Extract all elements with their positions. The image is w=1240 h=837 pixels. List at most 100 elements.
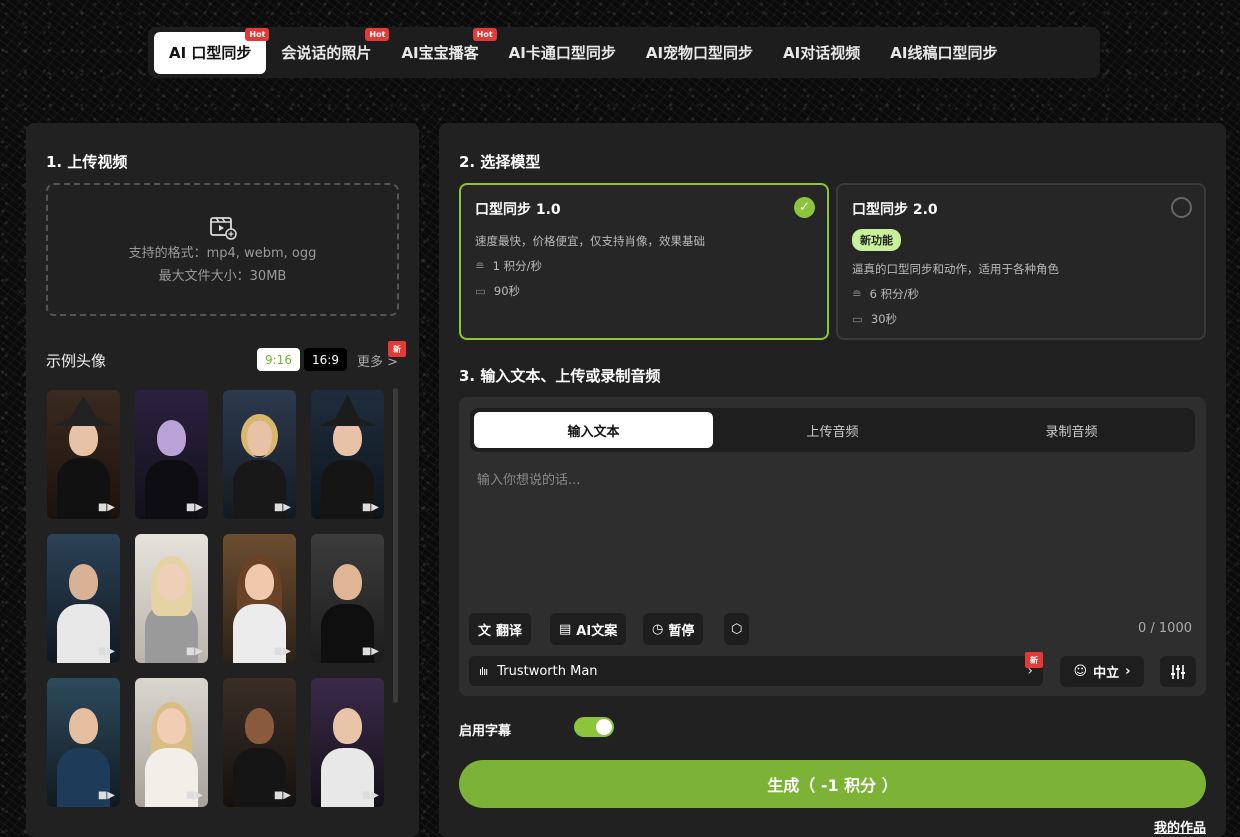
example-avatar[interactable]: ■▶ — [47, 534, 120, 663]
more-examples-link[interactable]: 更多 > 新 — [357, 341, 406, 370]
tab-label: AI线稿口型同步 — [890, 44, 998, 62]
example-avatar[interactable]: ■▶ — [223, 678, 296, 807]
input-mode-switcher: 输入文本 上传音频 录制音频 — [470, 408, 1195, 452]
translate-icon: 文 — [478, 623, 492, 639]
tab-cartoon-lipsync[interactable]: AI卡通口型同步 — [494, 32, 631, 74]
example-avatar[interactable]: ■▶ — [311, 390, 384, 519]
model-card-lipsync-1[interactable]: 口型同步 1.0 ✓ 速度最快，价格便宜，仅支持肖像，效果基础 ≘ 1 积分/秒… — [459, 183, 829, 340]
upload-panel: 1. 上传视频 支持的格式：mp4, webm, ogg 最大文件大小：30MB… — [26, 123, 419, 837]
translate-button[interactable]: 文 翻译 — [469, 613, 532, 645]
voice-name: Trustworth Man — [497, 663, 598, 679]
model-cost-row: ≘ 6 积分/秒 — [852, 286, 1190, 302]
video-icon: ▭ — [852, 312, 863, 326]
example-avatar[interactable]: ■▶ — [223, 534, 296, 663]
video-camera-icon: ■▶ — [185, 502, 203, 513]
emotion-label: 中立 — [1093, 666, 1120, 681]
subtitle-label: 启用字幕 — [459, 724, 512, 739]
feature-tab-bar: AI 口型同步 Hot 会说话的照片 Hot AI宝宝播客 Hot AI卡通口型… — [148, 27, 1100, 78]
random-dice-button[interactable]: ⬡ — [724, 613, 750, 645]
ai-copy-label: AI文案 — [576, 623, 618, 639]
model-duration-row: ▭ 30秒 — [852, 311, 1190, 327]
script-textarea[interactable]: 输入你想说的话... — [477, 469, 1187, 599]
pause-button[interactable]: ◷ 暂停 — [643, 613, 704, 645]
tab-label: 会说话的照片 — [281, 44, 372, 62]
model-title: 口型同步 1.0 — [475, 202, 561, 218]
tab-label: AI对话视频 — [783, 44, 861, 62]
tab-label: AI 口型同步 — [169, 44, 252, 62]
model-duration: 30秒 — [870, 312, 898, 326]
example-avatar[interactable]: ■▶ — [135, 534, 208, 663]
example-avatar[interactable]: ■▶ — [223, 390, 296, 519]
video-camera-icon: ■▶ — [273, 790, 291, 801]
tab-ai-lipsync[interactable]: AI 口型同步 Hot — [154, 27, 270, 74]
coins-icon: ≘ — [852, 287, 862, 301]
tab-upload-audio[interactable]: 上传音频 — [713, 412, 952, 448]
dice-icon: ⬡ — [731, 621, 743, 637]
settings-panel: 2. 选择模型 口型同步 1.0 ✓ 速度最快，价格便宜，仅支持肖像，效果基础 … — [439, 123, 1226, 837]
model-cost: 1 积分/秒 — [492, 259, 542, 273]
generate-button[interactable]: 生成（ -1 积分 ） — [459, 760, 1206, 808]
equalizer-icon — [1171, 664, 1185, 679]
model-description: 逼真的口型同步和动作，适用于各种角色 — [852, 262, 1059, 276]
tab-lineart-lipsync[interactable]: AI线稿口型同步 — [875, 32, 1012, 74]
video-camera-icon: ■▶ — [273, 646, 291, 657]
ratio-16-9-button[interactable]: 16:9 — [304, 348, 347, 371]
model-description: 速度最快，价格便宜，仅支持肖像，效果基础 — [475, 234, 705, 248]
video-camera-icon: ■▶ — [185, 646, 203, 657]
example-avatar[interactable]: ■▶ — [311, 534, 384, 663]
voice-selector[interactable]: ılıı Trustworth Man › 新 — [469, 652, 1043, 686]
tab-pet-lipsync[interactable]: AI宠物口型同步 — [631, 32, 768, 74]
char-counter: 0 / 1000 — [1138, 621, 1192, 636]
model-duration-row: ▭ 90秒 — [475, 283, 813, 299]
ai-document-icon: ▤ — [559, 621, 572, 637]
video-upload-dropzone[interactable]: 支持的格式：mp4, webm, ogg 最大文件大小：30MB — [46, 183, 399, 316]
video-camera-icon: ■▶ — [185, 790, 203, 801]
avatar-grid-scrollbar[interactable] — [393, 388, 398, 703]
example-avatar[interactable]: ■▶ — [135, 390, 208, 519]
tab-talking-photo[interactable]: 会说话的照片 Hot — [266, 27, 390, 74]
tab-baby-podcast[interactable]: AI宝宝播客 Hot — [386, 27, 497, 74]
video-camera-icon: ■▶ — [361, 646, 379, 657]
example-avatar[interactable]: ■▶ — [47, 678, 120, 807]
pause-label: 暂停 — [668, 623, 695, 639]
more-label: 更多 > — [357, 355, 399, 370]
video-camera-icon: ■▶ — [97, 502, 115, 513]
checkmark-icon: ✓ — [794, 197, 815, 218]
ratio-9-16-button[interactable]: 9:16 — [257, 348, 300, 371]
smile-icon: ☺ — [1073, 664, 1088, 679]
tab-dialogue-video[interactable]: AI对话视频 — [768, 32, 875, 74]
radio-unchecked-icon — [1171, 197, 1192, 218]
upload-section-title: 1. 上传视频 — [46, 153, 128, 171]
example-avatar[interactable]: ■▶ — [311, 678, 384, 807]
example-avatar[interactable]: ■▶ — [47, 390, 120, 519]
text-input-block: 输入文本 上传音频 录制音频 输入你想说的话... 文 翻译 ▤ AI文案 ◷ … — [459, 397, 1206, 696]
translate-label: 翻译 — [496, 623, 523, 639]
subtitle-toggle[interactable] — [574, 717, 614, 737]
my-works-link[interactable]: 我的作品 — [1154, 817, 1206, 836]
upload-max-size: 最大文件大小：30MB — [158, 268, 287, 284]
upload-formats: 支持的格式：mp4, webm, ogg — [128, 245, 317, 261]
model-card-lipsync-2[interactable]: 口型同步 2.0 新功能 逼真的口型同步和动作，适用于各种角色 ≘ 6 积分/秒… — [836, 183, 1206, 340]
model-title: 口型同步 2.0 — [852, 202, 938, 218]
coins-icon: ≘ — [475, 259, 485, 273]
emotion-selector[interactable]: ☺ 中立 › — [1060, 656, 1144, 687]
audio-settings-button[interactable] — [1160, 656, 1196, 687]
waveform-icon: ılıı — [479, 664, 488, 678]
video-camera-icon: ■▶ — [97, 790, 115, 801]
tab-input-text[interactable]: 输入文本 — [474, 412, 713, 448]
video-camera-icon: ■▶ — [273, 502, 291, 513]
video-camera-icon: ■▶ — [361, 790, 379, 801]
new-feature-tag: 新功能 — [852, 229, 901, 251]
ai-copy-button[interactable]: ▤ AI文案 — [550, 613, 627, 645]
example-avatar-grid: ■▶ ■▶ ■▶ ■▶ ■▶ ■▶ ■▶ ■▶ ■▶ ■▶ ■▶ ■▶ — [47, 390, 387, 807]
tab-label: AI宝宝播客 — [401, 44, 479, 62]
video-camera-icon: ■▶ — [361, 502, 379, 513]
tab-label: AI宠物口型同步 — [645, 44, 754, 62]
input-section-title: 3. 输入文本、上传或录制音频 — [459, 367, 661, 385]
new-badge: 新 — [388, 341, 406, 357]
example-avatar[interactable]: ■▶ — [135, 678, 208, 807]
video-camera-icon: ■▶ — [97, 646, 115, 657]
model-cost: 6 积分/秒 — [869, 287, 919, 301]
tab-record-audio[interactable]: 录制音频 — [952, 412, 1191, 448]
tab-label: AI卡通口型同步 — [508, 44, 616, 62]
